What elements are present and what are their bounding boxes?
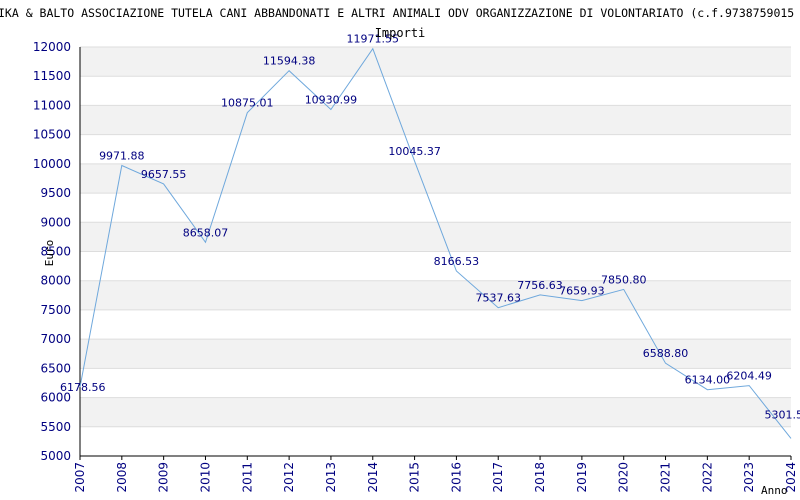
data-label: 10045.37 xyxy=(388,145,441,158)
data-label: 7537.63 xyxy=(475,292,521,305)
x-tick-label: 2018 xyxy=(533,462,547,493)
y-tick-label: 11000 xyxy=(33,98,71,112)
y-tick-label: 7000 xyxy=(40,332,71,346)
y-tick-label: 12000 xyxy=(33,40,71,54)
x-tick-label: 2013 xyxy=(324,462,338,493)
data-label: 7850.80 xyxy=(601,273,647,286)
band xyxy=(80,47,791,77)
y-tick-label: 11500 xyxy=(33,69,71,83)
data-label: 6178.56 xyxy=(60,381,106,394)
data-label: 10875.01 xyxy=(221,97,274,110)
x-tick-label: 2020 xyxy=(617,462,631,493)
x-tick-label: 2021 xyxy=(659,462,673,493)
x-tick-label: 2011 xyxy=(240,462,254,493)
x-tick-label: 2023 xyxy=(742,462,756,493)
band xyxy=(80,105,791,135)
y-tick-label: 10000 xyxy=(33,157,71,171)
y-tick-label: 5500 xyxy=(40,420,71,434)
line-chart: 5000550060006500700075008000850090009500… xyxy=(0,6,800,497)
y-tick-label: 9000 xyxy=(40,215,71,229)
data-label: 6204.49 xyxy=(726,370,772,383)
data-label: 7756.63 xyxy=(517,279,563,292)
band xyxy=(80,397,791,427)
data-label: 6134.00 xyxy=(685,374,731,387)
x-tick-labels: 2007 2008 2009 2010 2011 2012 2013 2014 2015 2016… xyxy=(73,462,798,493)
y-tick-label: 10500 xyxy=(33,128,71,142)
x-tick-label: 2010 xyxy=(198,462,212,493)
x-tick-label: 2009 xyxy=(157,462,171,493)
x-tick-label: 2019 xyxy=(575,462,589,493)
x-axis-label: Anno xyxy=(761,484,788,497)
data-label: 8166.53 xyxy=(434,255,480,268)
chart-subtitle: Importi xyxy=(375,26,426,40)
y-tick-label: 6500 xyxy=(40,361,71,375)
data-label: 11594.38 xyxy=(263,55,316,68)
y-tick-label: 7500 xyxy=(40,303,71,317)
band xyxy=(80,280,791,310)
data-label: 9971.88 xyxy=(99,150,145,163)
x-tick-label: 2022 xyxy=(700,462,714,493)
x-tick-label: 2008 xyxy=(115,462,129,493)
chart-title: IKA & BALTO ASSOCIAZIONE TUTELA CANI ABB… xyxy=(0,6,794,20)
x-tick-label: 2015 xyxy=(408,462,422,493)
data-label: 8658.07 xyxy=(183,226,229,239)
x-tick-label: 2017 xyxy=(491,462,505,493)
data-label: 9657.55 xyxy=(141,168,187,181)
y-tick-label: 5000 xyxy=(40,449,71,463)
x-tick-label: 2016 xyxy=(449,462,463,493)
x-tick-label: 2012 xyxy=(282,462,296,493)
x-tick-label: 2014 xyxy=(366,462,380,493)
band xyxy=(80,163,791,194)
data-label: 7659.93 xyxy=(559,285,605,298)
y-tick-label: 8000 xyxy=(40,274,71,288)
y-tick-label: 9500 xyxy=(40,186,71,200)
y-axis-label: Euro xyxy=(43,240,56,267)
data-label: 5301.5 xyxy=(765,408,800,421)
x-tick-label: 2007 xyxy=(73,462,87,493)
data-label: 10930.99 xyxy=(305,93,358,106)
data-label: 6588.80 xyxy=(643,347,689,360)
